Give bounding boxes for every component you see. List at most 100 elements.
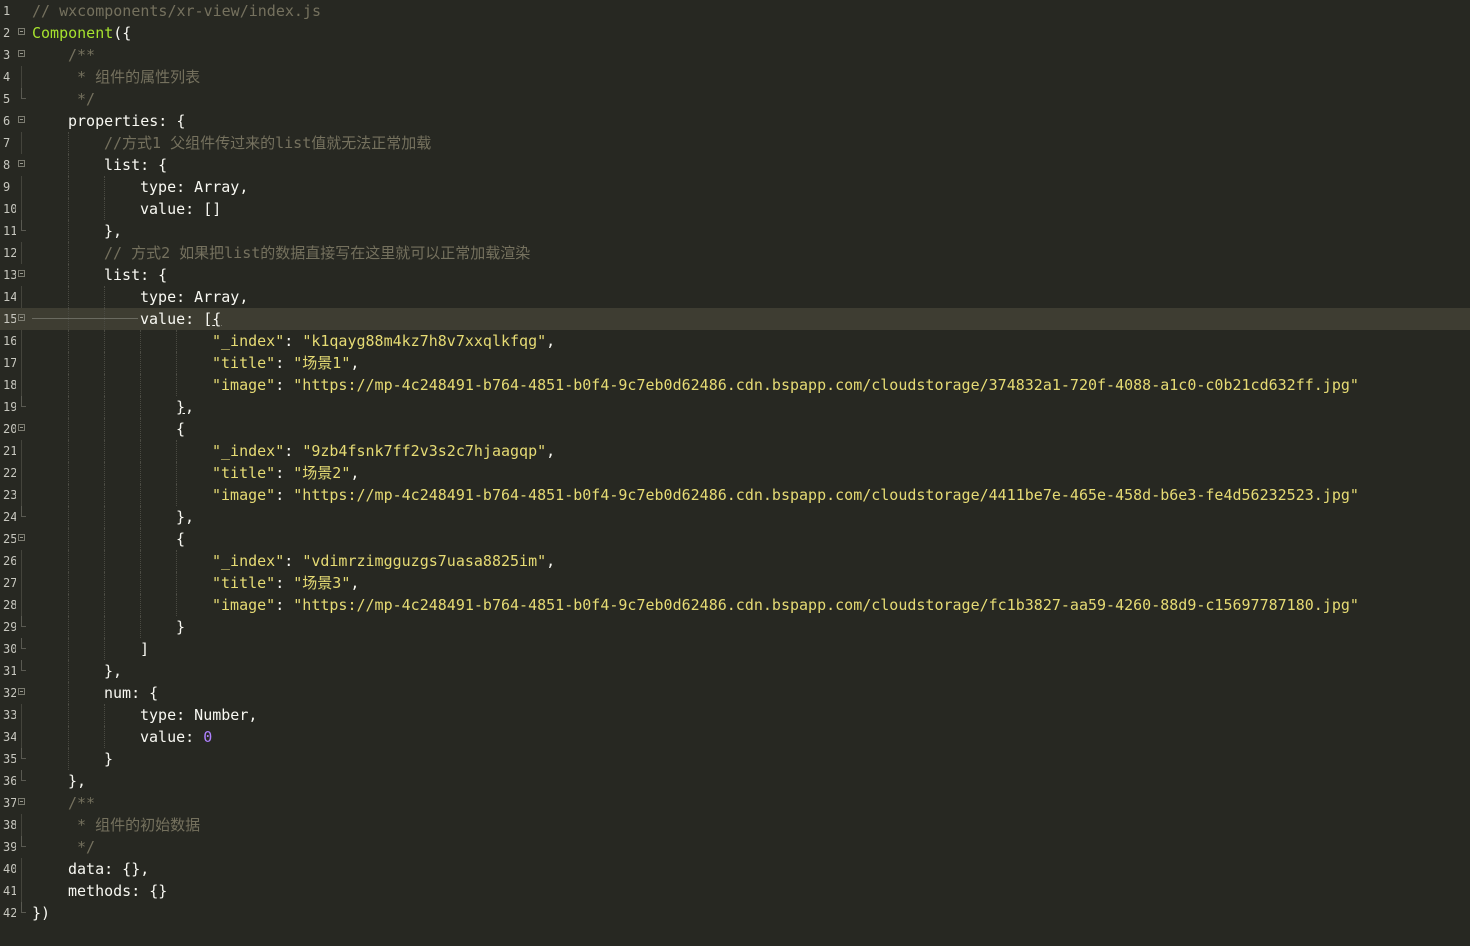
- indent-guide: [68, 176, 69, 198]
- code-line[interactable]: 13 list: {: [0, 264, 1470, 286]
- line-number: 13: [3, 268, 16, 282]
- fold-toggle-icon[interactable]: [18, 314, 25, 321]
- code-line[interactable]: 33 type: Number,: [0, 704, 1470, 726]
- code-token: }: [104, 750, 114, 768]
- code-line[interactable]: 26 "_index": "vdimrzimgguzgs7uasa8825im",: [0, 550, 1470, 572]
- code-line[interactable]: 27 "title": "场景3",: [0, 572, 1470, 594]
- fold-toggle-icon[interactable]: [18, 534, 25, 541]
- code-editor[interactable]: 1 // wxcomponents/xr-view/index.js 2 Compon…: [0, 0, 1470, 946]
- fold-toggle-icon[interactable]: [18, 116, 25, 123]
- code-token: list: {: [104, 266, 168, 284]
- line-number: 3: [3, 48, 11, 62]
- code-line[interactable]: 29}: [0, 616, 1470, 638]
- code-line[interactable]: 41 methods: {}: [0, 880, 1470, 902]
- code-line[interactable]: 7 //方式1 父组件传过来的list值就无法正常加载: [0, 132, 1470, 154]
- code-line[interactable]: 17 "title": "场景1",: [0, 352, 1470, 374]
- code-token: methods: {}: [68, 882, 168, 900]
- indent-guide: [68, 330, 69, 352]
- code-line[interactable]: 24},: [0, 506, 1470, 528]
- code-line[interactable]: 8 list: {: [0, 154, 1470, 176]
- indent-guide: [140, 594, 141, 616]
- fold-toggle-icon[interactable]: [18, 688, 25, 695]
- code-line[interactable]: 9 type: Array,: [0, 176, 1470, 198]
- code-line[interactable]: 42}): [0, 902, 1470, 924]
- code-token: ,: [546, 552, 556, 570]
- line-number: 29: [3, 620, 16, 634]
- code-text: },: [104, 220, 122, 242]
- line-number: 38: [3, 818, 16, 832]
- line-number: 19: [3, 400, 16, 414]
- code-line[interactable]: 38 * 组件的初始数据: [0, 814, 1470, 836]
- code-line[interactable]: 6 properties: {: [0, 110, 1470, 132]
- code-line[interactable]: 10 value: []: [0, 198, 1470, 220]
- code-line[interactable]: 5 */: [0, 88, 1470, 110]
- fold-range-marker: [21, 176, 22, 198]
- code-line[interactable]: 31},: [0, 660, 1470, 682]
- line-number: 14: [3, 290, 16, 304]
- code-token: type: Array,: [140, 178, 249, 196]
- code-line[interactable]: 37 /**: [0, 792, 1470, 814]
- code-line[interactable]: 15 value: [{: [0, 308, 1470, 330]
- code-line[interactable]: 30]: [0, 638, 1470, 660]
- code-text: value: 0: [140, 726, 212, 748]
- code-token: }: [176, 398, 186, 416]
- code-text: value: []: [140, 198, 221, 220]
- code-token: ,: [546, 442, 556, 460]
- indent-guide: [140, 616, 141, 638]
- fold-toggle-icon[interactable]: [18, 50, 25, 57]
- code-line[interactable]: 28 "image": "https://mp-4c248491-b764-485…: [0, 594, 1470, 616]
- code-line[interactable]: 39 */: [0, 836, 1470, 858]
- code-token: :: [284, 552, 303, 570]
- code-line[interactable]: 16 "_index": "k1qayg88m4kz7h8v7xxqlkfqg",: [0, 330, 1470, 352]
- code-line[interactable]: 21 "_index": "9zb4fsnk7ff2v3s2c7hjaagqp",: [0, 440, 1470, 462]
- code-line[interactable]: 23 "image": "https://mp-4c248491-b764-485…: [0, 484, 1470, 506]
- code-line[interactable]: 14 type: Array,: [0, 286, 1470, 308]
- code-token: :: [275, 486, 294, 504]
- fold-end-marker: [21, 616, 26, 627]
- fold-toggle-icon[interactable]: [18, 160, 25, 167]
- line-number: 22: [3, 466, 16, 480]
- code-line[interactable]: 19},: [0, 396, 1470, 418]
- code-token: :: [284, 332, 303, 350]
- code-text: list: {: [104, 264, 167, 286]
- code-line[interactable]: 3 /**: [0, 44, 1470, 66]
- line-number: 7: [3, 136, 11, 150]
- fold-toggle-icon[interactable]: [18, 424, 25, 431]
- line-number: 27: [3, 576, 16, 590]
- code-line[interactable]: 40 data: {},: [0, 858, 1470, 880]
- indent-guide: [104, 484, 105, 506]
- code-line[interactable]: 34 value: 0: [0, 726, 1470, 748]
- fold-toggle-icon[interactable]: [18, 798, 25, 805]
- code-token: "vdimrzimgguzgs7uasa8825im": [302, 552, 547, 570]
- code-line[interactable]: 32 num: {: [0, 682, 1470, 704]
- fold-range-marker: [21, 484, 22, 506]
- code-token: /**: [68, 46, 96, 64]
- code-line[interactable]: 20 {: [0, 418, 1470, 440]
- fold-range-marker: [21, 374, 22, 396]
- code-line[interactable]: 25 {: [0, 528, 1470, 550]
- code-line[interactable]: 2 Component({: [0, 22, 1470, 44]
- code-line[interactable]: 18 "image": "https://mp-4c248491-b764-485…: [0, 374, 1470, 396]
- code-text: ]: [140, 638, 149, 660]
- code-line[interactable]: 36},: [0, 770, 1470, 792]
- line-gutter: 39: [0, 836, 32, 858]
- code-line[interactable]: 1 // wxcomponents/xr-view/index.js: [0, 0, 1470, 22]
- code-line[interactable]: 35}: [0, 748, 1470, 770]
- code-token: */: [68, 838, 96, 856]
- code-line[interactable]: 11},: [0, 220, 1470, 242]
- fold-toggle-icon[interactable]: [18, 270, 25, 277]
- line-number: 34: [3, 730, 16, 744]
- code-token: num: {: [104, 684, 159, 702]
- code-token: "场景1": [293, 354, 351, 372]
- indent-guide: [68, 264, 69, 286]
- line-number: 17: [3, 356, 16, 370]
- fold-toggle-icon[interactable]: [18, 28, 25, 35]
- code-line[interactable]: 12 // 方式2 如果把list的数据直接写在这里就可以正常加载渲染: [0, 242, 1470, 264]
- line-number: 37: [3, 796, 16, 810]
- code-line[interactable]: 4 * 组件的属性列表: [0, 66, 1470, 88]
- fold-end-marker: [21, 748, 26, 759]
- code-text: * 组件的初始数据: [68, 814, 200, 836]
- code-line[interactable]: 22 "title": "场景2",: [0, 462, 1470, 484]
- current-line-indicator: [32, 318, 138, 319]
- code-token: ,: [546, 332, 556, 350]
